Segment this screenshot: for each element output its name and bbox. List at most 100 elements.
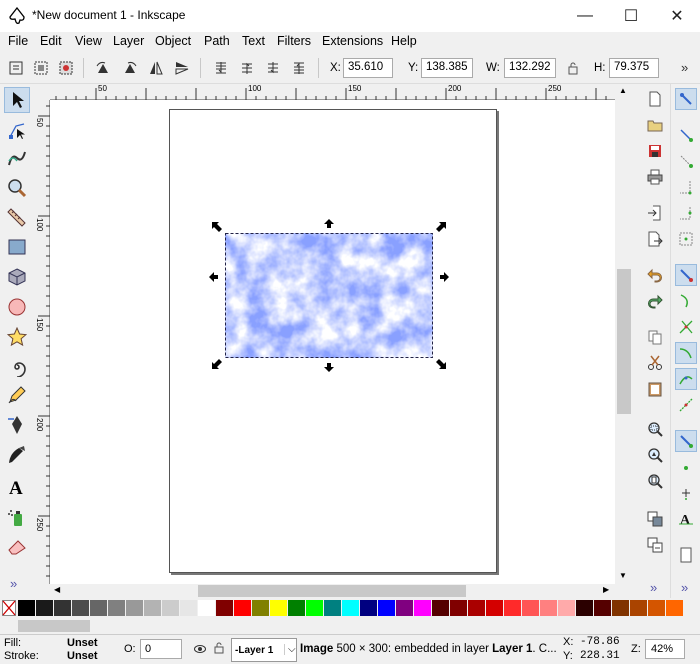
print-icon[interactable] xyxy=(644,166,666,188)
palette-scroll-thumb[interactable] xyxy=(18,620,90,632)
snap-more-button[interactable]: » xyxy=(681,580,688,595)
menu-file[interactable]: File xyxy=(8,34,28,48)
color-swatch[interactable] xyxy=(486,600,503,616)
menu-object[interactable]: Object xyxy=(155,34,191,48)
visibility-eye-icon[interactable] xyxy=(194,644,206,654)
layer-lock-icon[interactable] xyxy=(214,642,224,654)
vertical-scroll-thumb[interactable] xyxy=(617,269,631,414)
zoom-input[interactable]: 42% xyxy=(645,639,685,659)
color-swatch[interactable] xyxy=(396,600,413,616)
menu-filters[interactable]: Filters xyxy=(277,34,311,48)
tweak-tool-icon[interactable] xyxy=(4,145,30,171)
color-swatch[interactable] xyxy=(18,600,35,616)
snap-smooth-nodes-icon[interactable] xyxy=(675,368,697,390)
color-swatch[interactable] xyxy=(180,600,197,616)
snap-paths-icon[interactable] xyxy=(675,290,697,312)
node-tool-icon[interactable] xyxy=(4,117,30,143)
duplicate-icon[interactable] xyxy=(644,508,666,530)
rotate-ccw-icon[interactable] xyxy=(92,57,114,79)
color-swatch[interactable] xyxy=(342,600,359,616)
toolbox-more-button[interactable]: » xyxy=(10,576,17,591)
lower-icon[interactable] xyxy=(262,57,284,79)
color-swatch[interactable] xyxy=(54,600,71,616)
vertical-scrollbar[interactable]: ▲ ▼ xyxy=(615,84,633,584)
scroll-down-icon[interactable]: ▼ xyxy=(619,571,627,580)
snap-bbox-center-icon[interactable] xyxy=(675,228,697,250)
drawing-canvas[interactable] xyxy=(50,100,615,584)
3d-box-tool-icon[interactable] xyxy=(4,264,30,290)
copy-icon[interactable] xyxy=(644,326,666,348)
undo-icon[interactable] xyxy=(644,264,666,286)
zoom-page-icon[interactable] xyxy=(644,470,666,492)
snap-page-border-icon[interactable] xyxy=(675,544,697,566)
scroll-right-icon[interactable]: ▶ xyxy=(603,585,609,594)
scroll-up-icon[interactable]: ▲ xyxy=(619,86,627,95)
menu-extensions[interactable]: Extensions xyxy=(322,34,383,48)
scroll-left-icon[interactable]: ◀ xyxy=(54,585,60,594)
zoom-selection-icon[interactable] xyxy=(644,418,666,440)
fill-value[interactable]: Unset xyxy=(67,637,98,649)
snap-bbox-midpoint-icon[interactable] xyxy=(675,202,697,224)
color-swatch[interactable] xyxy=(162,600,179,616)
pen-tool-icon[interactable] xyxy=(4,412,30,438)
text-tool-icon[interactable]: A xyxy=(4,474,30,500)
select-all-layers-icon[interactable] xyxy=(30,57,52,79)
eraser-tool-icon[interactable] xyxy=(4,534,30,560)
color-swatch[interactable] xyxy=(324,600,341,616)
color-swatch[interactable] xyxy=(576,600,593,616)
color-swatch[interactable] xyxy=(558,600,575,616)
stroke-value[interactable]: Unset xyxy=(67,650,98,662)
menu-path[interactable]: Path xyxy=(204,34,230,48)
commands-more-button[interactable]: » xyxy=(650,580,657,595)
color-swatch[interactable] xyxy=(90,600,107,616)
menu-edit[interactable]: Edit xyxy=(40,34,62,48)
color-swatch[interactable] xyxy=(504,600,521,616)
color-swatch[interactable] xyxy=(612,600,629,616)
color-swatch[interactable] xyxy=(630,600,647,616)
invert-selection-icon[interactable] xyxy=(55,57,77,79)
horizontal-scroll-thumb[interactable] xyxy=(198,585,466,597)
color-swatch[interactable] xyxy=(108,600,125,616)
no-paint-swatch[interactable] xyxy=(2,600,16,616)
horizontal-scrollbar[interactable]: ◀ ▶ xyxy=(50,584,615,598)
minimize-button[interactable]: — xyxy=(562,0,608,32)
h-input[interactable]: 79.375 xyxy=(609,58,659,78)
snap-object-midpoints-icon[interactable] xyxy=(675,456,697,478)
menu-help[interactable]: Help xyxy=(391,34,417,48)
snap-others-icon[interactable] xyxy=(675,430,697,452)
snap-bbox-corner-icon[interactable] xyxy=(675,176,697,198)
measure-tool-icon[interactable] xyxy=(4,204,30,230)
y-input[interactable]: 138.385 xyxy=(421,58,473,78)
save-icon[interactable] xyxy=(644,140,666,162)
spray-tool-icon[interactable] xyxy=(4,504,30,530)
select-all-icon[interactable] xyxy=(5,57,27,79)
clone-icon[interactable] xyxy=(644,534,666,556)
color-swatch[interactable] xyxy=(432,600,449,616)
lower-to-bottom-icon[interactable] xyxy=(210,57,232,79)
menu-view[interactable]: View xyxy=(75,34,102,48)
maximize-button[interactable]: ☐ xyxy=(608,0,654,32)
color-swatch[interactable] xyxy=(666,600,683,616)
raise-to-top-icon[interactable] xyxy=(288,57,310,79)
pencil-tool-icon[interactable] xyxy=(4,382,30,408)
snap-toggle-icon[interactable] xyxy=(675,88,697,110)
snap-rotation-center-icon[interactable] xyxy=(675,482,697,504)
rotate-cw-icon[interactable] xyxy=(119,57,141,79)
color-swatch[interactable] xyxy=(216,600,233,616)
color-swatch[interactable] xyxy=(144,600,161,616)
paste-icon[interactable] xyxy=(644,378,666,400)
zoom-tool-icon[interactable] xyxy=(4,175,30,201)
palette-scrollbar[interactable] xyxy=(0,618,700,634)
color-swatch[interactable] xyxy=(468,600,485,616)
x-input[interactable]: 35.610 xyxy=(343,58,393,78)
color-swatch[interactable] xyxy=(450,600,467,616)
opacity-input[interactable]: 0 xyxy=(140,639,182,659)
flip-horizontal-icon[interactable] xyxy=(145,57,167,79)
snap-line-midpoints-icon[interactable] xyxy=(675,394,697,416)
color-swatch[interactable] xyxy=(306,600,323,616)
ellipse-tool-icon[interactable] xyxy=(4,294,30,320)
color-swatch[interactable] xyxy=(540,600,557,616)
menu-layer[interactable]: Layer xyxy=(113,34,144,48)
color-swatch[interactable] xyxy=(414,600,431,616)
color-swatch[interactable] xyxy=(594,600,611,616)
